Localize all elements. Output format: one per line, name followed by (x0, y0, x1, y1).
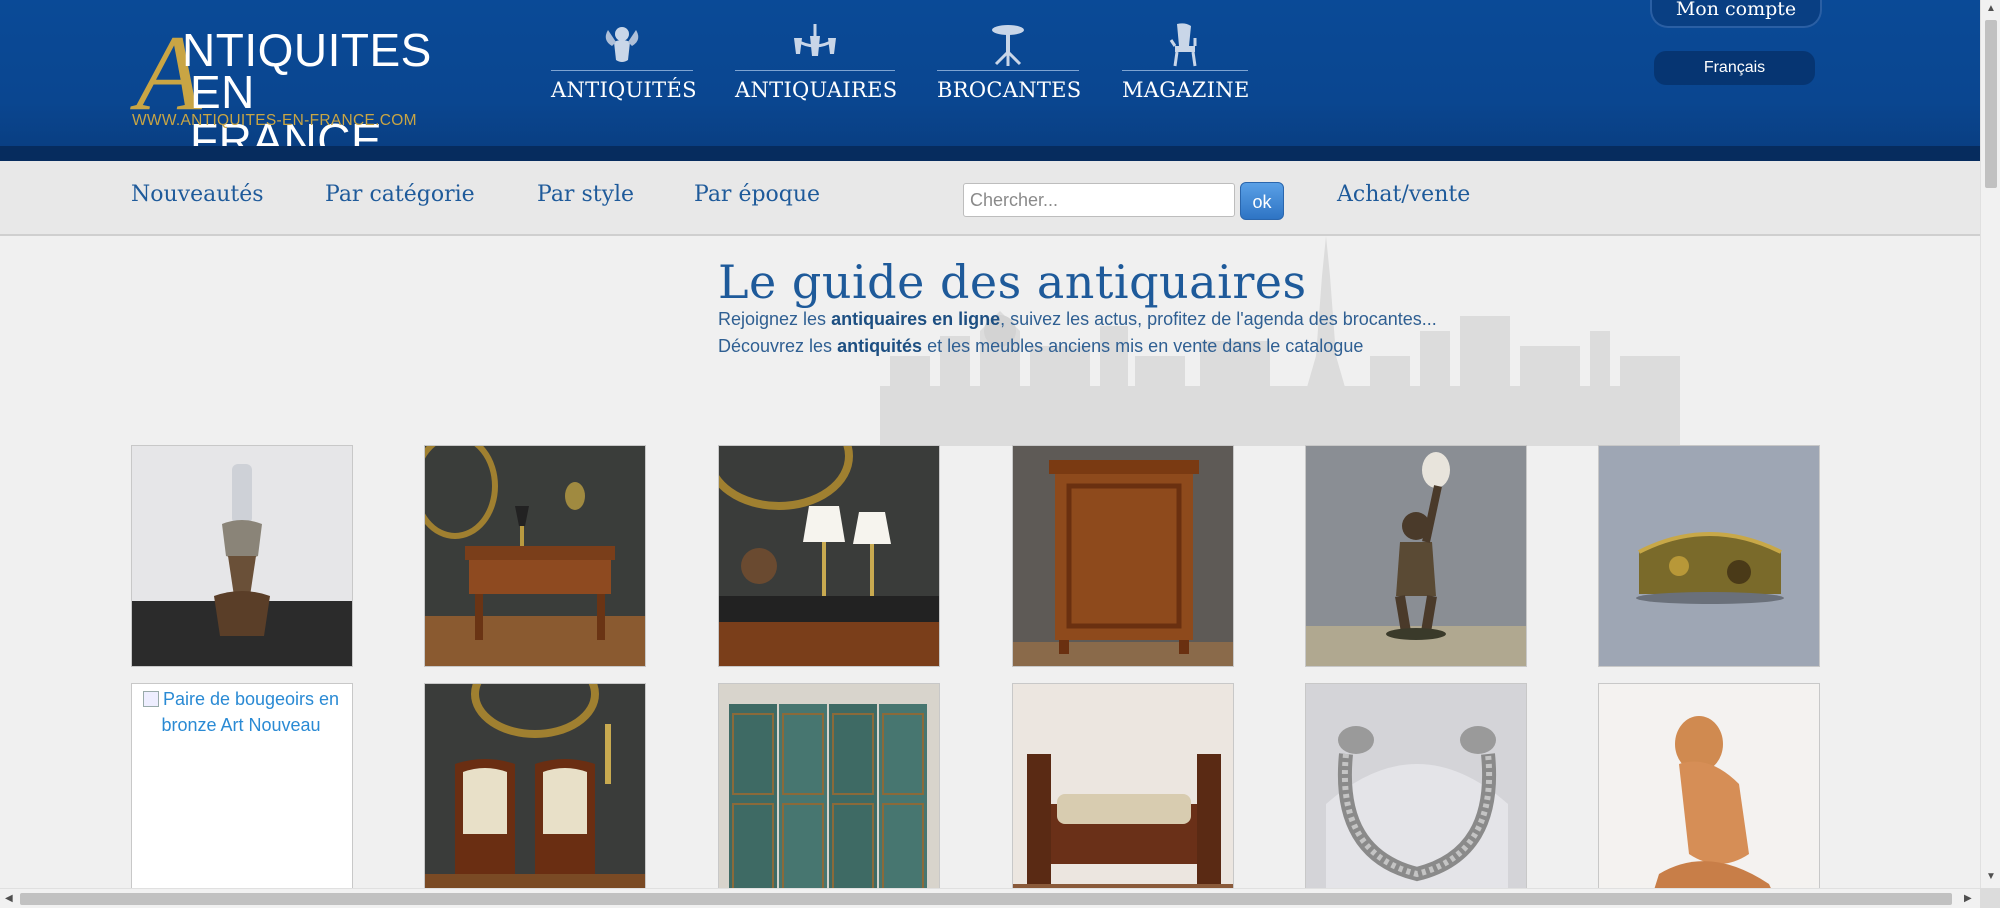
language-selector[interactable]: Français (1654, 51, 1815, 85)
secondary-nav: Nouveautés Par catégorie Par style Par é… (0, 161, 1980, 236)
subnav-nouveautes[interactable]: Nouveautés (131, 182, 264, 207)
vertical-scrollbar-thumb[interactable] (1985, 20, 1997, 188)
main-nav-label: ANTIQUAIRES (735, 78, 898, 102)
site-logo[interactable]: A NTIQUITES EN FRANCE WWW.ANTIQUITES-EN-… (130, 20, 440, 165)
writing-desk-image (425, 446, 645, 666)
hero-tagline-1: Rejoignez les antiquaires en ligne, suiv… (718, 309, 1437, 329)
main-nav-label: ANTIQUITÉS (551, 78, 697, 102)
header-bottom-band (0, 146, 1980, 161)
product-thumbnail-oil-lamp[interactable] (131, 445, 353, 667)
folding-screen-image (719, 684, 939, 904)
my-account-button[interactable]: Mon compte (1650, 0, 1822, 28)
scroll-right-arrow-icon[interactable]: ▶ (1964, 894, 1972, 904)
hero-tagline-2: Découvrez les antiquités et les meubles … (718, 336, 1364, 356)
broken-image-icon (142, 691, 159, 707)
vertical-scrollbar[interactable]: ▲ ▼ (1980, 0, 2000, 888)
product-thumbnail-bronze-statue-lamp[interactable] (1305, 445, 1527, 667)
scroll-down-arrow-icon[interactable]: ▼ (1986, 872, 1996, 882)
subnav-par-epoque[interactable]: Par époque (694, 182, 820, 207)
scroll-up-arrow-icon[interactable]: ▲ (1986, 4, 1996, 14)
main-nav-label: MAGAZINE (1122, 78, 1250, 102)
main-nav-brocantes[interactable]: BROCANTES (937, 22, 1082, 112)
main-nav-antiquites[interactable]: ANTIQUITÉS (551, 22, 697, 112)
main-nav-antiquaires[interactable]: ANTIQUAIRES (735, 22, 898, 112)
product-thumbnail-wooden-cabinet[interactable] (1012, 445, 1234, 667)
product-thumbnail-writing-desk[interactable] (424, 445, 646, 667)
main-nav-magazine[interactable]: MAGAZINE (1122, 22, 1250, 112)
subnav-achat-vente[interactable]: Achat/vente (1337, 182, 1470, 207)
main-nav-label: BROCANTES (937, 78, 1082, 102)
horizontal-scrollbar-thumb[interactable] (20, 893, 1952, 905)
oil-lamp-image (132, 446, 352, 666)
decorative-box-image (1599, 446, 1819, 666)
product-thumbnail-decorative-box[interactable] (1598, 445, 1820, 667)
page-title: Le guide des antiquaires (718, 255, 1307, 309)
product-thumbnail-armchairs[interactable] (424, 683, 646, 905)
product-thumbnail-terracotta-sculpture[interactable] (1598, 683, 1820, 905)
antiquaires-en-ligne-link[interactable]: antiquaires en ligne (831, 309, 1000, 329)
product-thumbnail-folding-screen[interactable] (718, 683, 940, 905)
subnav-par-style[interactable]: Par style (537, 182, 634, 207)
wooden-cabinet-image (1013, 446, 1233, 666)
product-thumbnail-silver-bracelet[interactable] (1305, 683, 1527, 905)
desk-lamps-image (719, 446, 939, 666)
product-thumbnail-bougeoirs[interactable]: Paire de bougeoirs en bronze Art Nouveau (131, 683, 353, 905)
antiquites-link[interactable]: antiquités (837, 336, 922, 356)
bronze-statue-lamp-image (1306, 446, 1526, 666)
scroll-left-arrow-icon[interactable]: ◀ (5, 894, 13, 904)
subnav-par-categorie[interactable]: Par catégorie (325, 182, 475, 207)
search-ok-button[interactable]: ok (1240, 182, 1284, 220)
horizontal-scrollbar[interactable]: ◀ ▶ (0, 888, 1980, 908)
broken-image-alt-text: Paire de bougeoirs en bronze Art Nouveau (132, 684, 352, 738)
product-thumbnail-daybed[interactable] (1012, 683, 1234, 905)
armchair-icon (1122, 22, 1248, 70)
pedestal-table-icon (937, 22, 1079, 70)
silver-bracelet-image (1306, 684, 1526, 904)
search-input[interactable] (963, 183, 1235, 217)
pair-of-armchairs-image (425, 684, 645, 904)
scrollbar-corner (1980, 888, 2000, 908)
daybed-image (1013, 684, 1233, 904)
site-header: A NTIQUITES EN FRANCE WWW.ANTIQUITES-EN-… (0, 0, 1980, 165)
terracotta-sculpture-image (1599, 684, 1819, 904)
cherub-icon (551, 22, 693, 70)
chandelier-icon (735, 22, 895, 70)
product-thumbnail-desk-lamps[interactable] (718, 445, 940, 667)
logo-url: WWW.ANTIQUITES-EN-FRANCE.COM (132, 112, 417, 129)
